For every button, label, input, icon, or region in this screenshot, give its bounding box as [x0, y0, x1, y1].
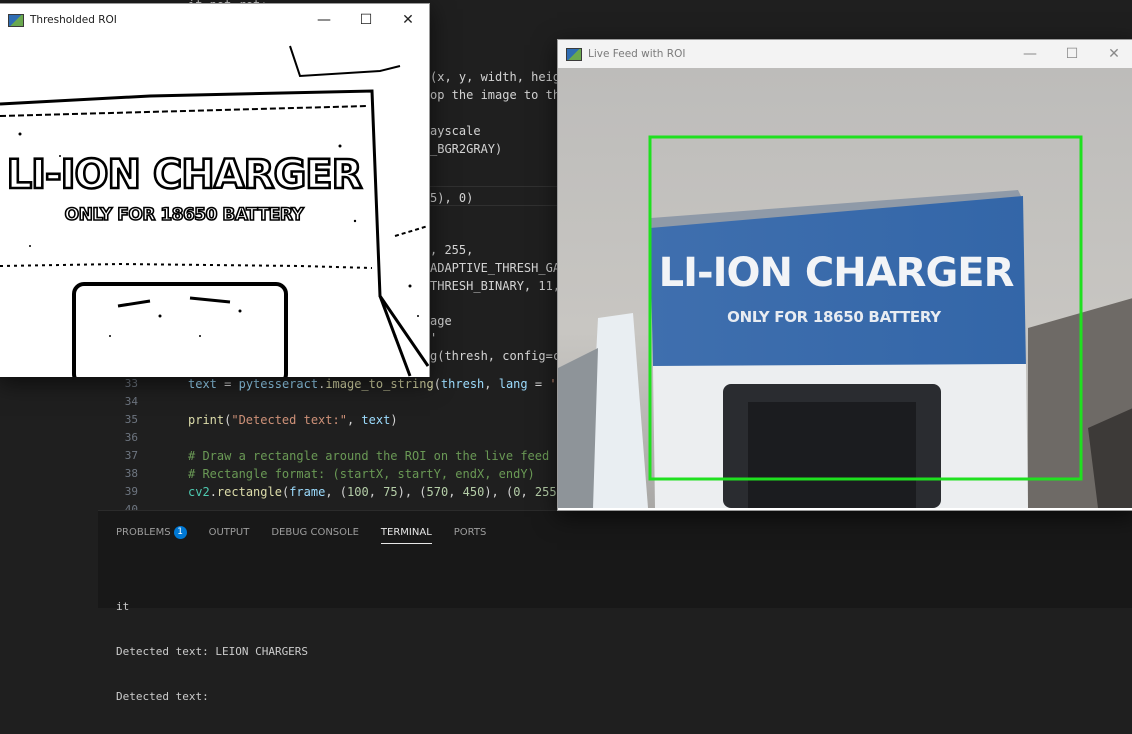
code-fragment: THRESH_BINARY, 11, — [430, 279, 561, 293]
window-title: Thresholded ROI — [30, 14, 117, 26]
code-fragment: g(thresh, config=c — [430, 349, 561, 363]
minimize-button[interactable]: — — [1009, 40, 1051, 68]
close-button[interactable]: ✕ — [1093, 40, 1132, 68]
code-text: cv2.rectangle(frame, (100, 75), (570, 45… — [188, 485, 564, 499]
code-fragment: ' — [430, 331, 438, 345]
code-fragment: ADAPTIVE_THRESH_GA — [430, 261, 561, 275]
minimize-button[interactable]: — — [303, 4, 345, 36]
bottom-panel: PROBLEMS 1 OUTPUT DEBUG CONSOLE TERMINAL… — [98, 510, 1132, 703]
line-number: 38 — [124, 467, 138, 480]
tab-output[interactable]: OUTPUT — [209, 521, 250, 543]
code-fragment: op the image to thi — [430, 88, 568, 102]
code-text: # Draw a rectangle around the ROI on the… — [188, 449, 550, 463]
code-fragment: ayscale — [430, 124, 481, 138]
tab-debug-console-label: DEBUG CONSOLE — [271, 526, 359, 538]
terminal-output[interactable]: it Detected text: LEION CHARGERS Detecte… — [116, 569, 308, 734]
line-number: 33 — [124, 377, 138, 390]
tab-ports[interactable]: PORTS — [454, 521, 487, 543]
code-fragment: 5), 0) — [430, 191, 474, 205]
terminal-line: Detected text: LEION CHARGERS — [116, 645, 309, 658]
code-text: # Rectangle format: (startX, startY, end… — [188, 467, 535, 481]
tab-debug-console[interactable]: DEBUG CONSOLE — [271, 521, 359, 543]
live-window-titlebar[interactable]: Live Feed with ROI — ☐ ✕ — [558, 40, 1132, 68]
problems-count-badge: 1 — [173, 525, 187, 539]
thresholded-window-titlebar[interactable]: Thresholded ROI — ☐ ✕ — [0, 4, 429, 36]
thresholded-roi-window[interactable]: Thresholded ROI — ☐ ✕ LI-ION CHARGER ONL… — [0, 3, 430, 377]
tab-ports-label: PORTS — [453, 526, 487, 538]
live-feed-image: LI-ION CHARGER ONLY FOR 18650 BATTERY — [558, 68, 1132, 508]
code-fragment: (x, y, width, heigh — [430, 70, 568, 84]
live-sub-text: ONLY FOR 18650 BATTERY — [727, 308, 942, 326]
live-feed-window[interactable]: Live Feed with ROI — ☐ ✕ LI-ION CHARGER … — [557, 39, 1132, 511]
thresholded-main-text: LI-ION CHARGER — [7, 152, 362, 198]
tab-terminal-label: TERMINAL — [380, 526, 432, 538]
close-button[interactable]: ✕ — [387, 4, 429, 36]
code-text: print("Detected text:", text) — [188, 413, 398, 427]
thresholded-image-svg: LI-ION CHARGER ONLY FOR 18650 BATTERY — [0, 36, 429, 377]
terminal-line: Detected text: — [116, 690, 209, 703]
code-fragment: _BGR2GRAY) — [430, 142, 503, 156]
app-icon — [8, 13, 24, 27]
line-number: 39 — [124, 485, 138, 498]
maximize-button[interactable]: ☐ — [345, 4, 387, 36]
live-main-text: LI-ION CHARGER — [659, 250, 1014, 296]
app-icon — [566, 47, 582, 61]
thresholded-sub-text: ONLY FOR 18650 BATTERY — [65, 205, 305, 225]
tab-problems-label: PROBLEMS — [116, 526, 171, 538]
tab-problems[interactable]: PROBLEMS 1 — [116, 521, 187, 543]
thresholded-image: LI-ION CHARGER ONLY FOR 18650 BATTERY — [0, 36, 429, 377]
live-feed-svg: LI-ION CHARGER ONLY FOR 18650 BATTERY — [558, 68, 1132, 508]
line-number: 34 — [124, 395, 138, 408]
code-fragment: , 255, — [430, 243, 474, 257]
code-fragment: age — [430, 314, 452, 328]
code-text: text = pytesseract.image_to_string(thres… — [188, 377, 571, 391]
tab-terminal[interactable]: TERMINAL — [380, 521, 432, 544]
line-number: 35 — [124, 413, 138, 426]
line-number: 37 — [124, 449, 138, 462]
panel-tabs: PROBLEMS 1 OUTPUT DEBUG CONSOLE TERMINAL… — [116, 521, 487, 544]
window-title: Live Feed with ROI — [588, 48, 686, 60]
tab-output-label: OUTPUT — [208, 526, 250, 538]
line-number: 36 — [124, 431, 138, 444]
maximize-button[interactable]: ☐ — [1051, 40, 1093, 68]
